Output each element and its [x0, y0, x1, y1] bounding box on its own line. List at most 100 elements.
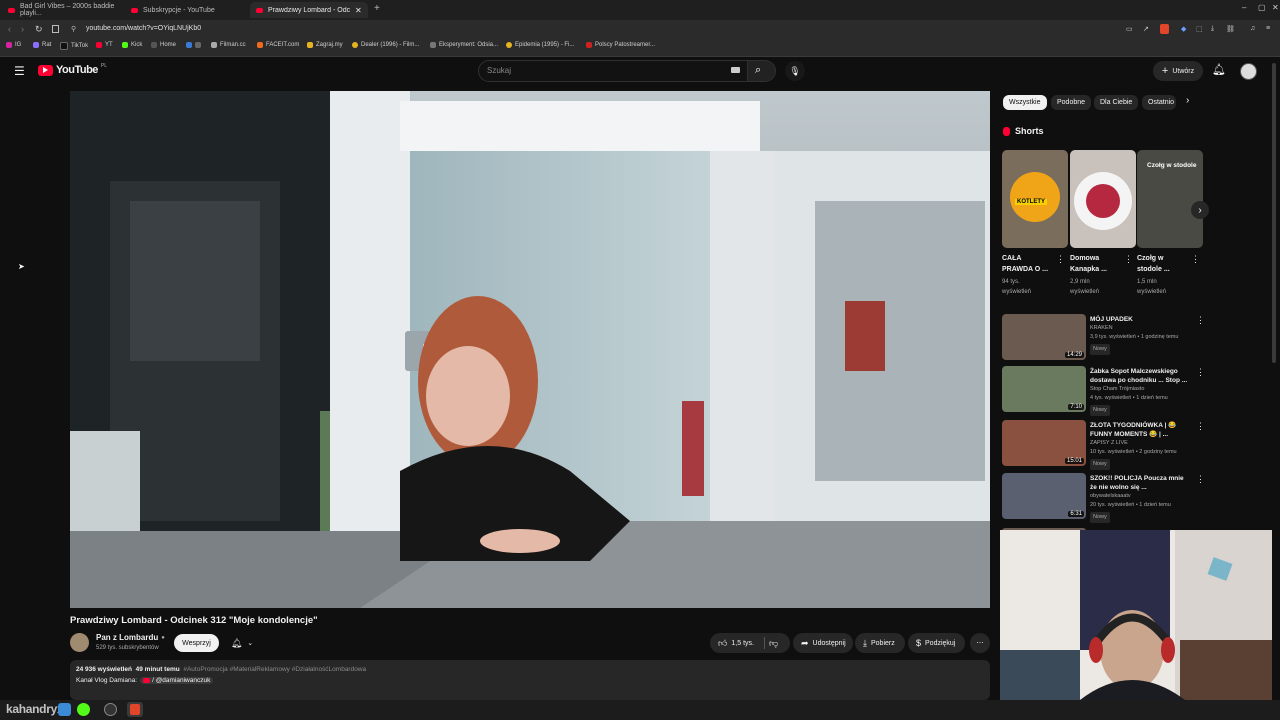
- youtube-icon: [96, 42, 102, 48]
- orange-disc: [1010, 172, 1060, 222]
- chip-recent[interactable]: Ostatnio: [1142, 95, 1176, 110]
- keyboard-icon[interactable]: [731, 67, 740, 73]
- bookmark-item[interactable]: FACEIT.com: [257, 42, 299, 48]
- page-scrollbar[interactable]: [1272, 63, 1276, 363]
- minimize-icon[interactable]: –: [1242, 3, 1246, 12]
- chip-label: Podobne: [1057, 99, 1086, 106]
- browser-tab-1[interactable]: Bad Girl Vibes – 2000s baddie playli...: [2, 2, 122, 18]
- screen-icon[interactable]: ▭: [1126, 25, 1133, 33]
- channel-name-row[interactable]: Pan z Lombardu ●: [96, 633, 165, 642]
- hashtags[interactable]: #AutoPromocja #MaterialReklamowy #Działa…: [183, 666, 366, 673]
- bookmark-item[interactable]: Rat: [33, 42, 51, 48]
- related-video-info[interactable]: Żabka Sopot Malczewskiego dostawa po chod…: [1090, 367, 1195, 416]
- forward-icon[interactable]: ›: [21, 24, 24, 34]
- like-dislike-group: 👍︎ 1,5 tys. 👎︎: [710, 633, 790, 653]
- bookmark-item[interactable]: Filman.cc: [211, 42, 246, 48]
- close-tab-icon[interactable]: ✕: [355, 6, 362, 15]
- chip-label: Ostatnio: [1148, 99, 1175, 106]
- bookmark-item[interactable]: TikTok: [60, 42, 88, 50]
- share-button[interactable]: ➦ Udostępnij: [793, 633, 853, 653]
- short-thumbnail[interactable]: Czołg w stodole: [1137, 150, 1203, 248]
- chevron-down-icon: ⌄: [247, 640, 254, 647]
- close-window-icon[interactable]: ✕: [1272, 3, 1279, 12]
- chip-for-you[interactable]: Dla Ciebie: [1094, 95, 1139, 110]
- bookmark-item[interactable]: Polscy Patostreamer...: [586, 42, 655, 48]
- related-more-icon[interactable]: ⋮: [1196, 421, 1205, 432]
- bookmark-item[interactable]: YT: [96, 42, 113, 48]
- bookmark-item[interactable]: Epidemia (1995) - Fi...: [506, 42, 574, 48]
- support-button[interactable]: Wesprzyj: [174, 634, 219, 652]
- rat-icon: [33, 42, 39, 48]
- bookmark-item[interactable]: IG: [6, 42, 21, 48]
- search-input[interactable]: Szukaj: [478, 60, 748, 82]
- video-thumbnail[interactable]: 15:01: [1002, 420, 1086, 466]
- short-more-icon[interactable]: ⋮: [1056, 254, 1065, 265]
- description-box[interactable]: 24 936 wyświetleń 49 minut temu #AutoPro…: [70, 660, 990, 700]
- related-more-icon[interactable]: ⋮: [1196, 315, 1205, 326]
- bookmark-item[interactable]: Kick: [122, 42, 142, 48]
- download-icon[interactable]: ⤓: [1211, 25, 1214, 33]
- like-icon[interactable]: 👍︎: [718, 638, 727, 649]
- shorts-next-icon[interactable]: ›: [1191, 201, 1209, 219]
- avatar[interactable]: [1240, 63, 1257, 80]
- url-field[interactable]: youtube.com/watch?v=OYiqLNUjKb0: [86, 25, 201, 32]
- related-more-icon[interactable]: ⋮: [1196, 474, 1205, 485]
- short-thumbnail[interactable]: KOTLETY: [1002, 150, 1068, 248]
- youtube-logo[interactable]: YouTube PL: [38, 63, 107, 76]
- back-icon[interactable]: ‹: [8, 24, 11, 34]
- link-icon[interactable]: ⛓: [1226, 25, 1235, 33]
- related-more-icon[interactable]: ⋮: [1196, 367, 1205, 378]
- short-more-icon[interactable]: ⋮: [1191, 254, 1200, 265]
- extensions-icon[interactable]: ⬚: [1196, 25, 1203, 33]
- video-thumbnail[interactable]: 7:10: [1002, 366, 1086, 412]
- bookmark-item[interactable]: Dealer (1996) - Film...: [352, 42, 419, 48]
- chips-next-icon[interactable]: ›: [1186, 95, 1189, 106]
- browser-tab-3-active[interactable]: Prawdziwy Lombard - Odcin... ✕: [250, 2, 368, 18]
- bookmark-page-icon[interactable]: [52, 25, 59, 33]
- app-icon-kick[interactable]: [77, 703, 90, 716]
- browser-tab-2[interactable]: Subskrypcje - YouTube: [125, 2, 247, 18]
- share-page-icon[interactable]: ↗: [1143, 25, 1149, 33]
- subscribe-bell-button[interactable]: 🔔︎ ⌄: [225, 634, 259, 652]
- site-info-icon[interactable]: ⚲: [71, 25, 76, 33]
- mouse-cursor-icon: ➤: [18, 262, 25, 271]
- like-count[interactable]: 1,5 tys.: [731, 640, 754, 647]
- voice-search-button[interactable]: 🎙: [785, 61, 805, 81]
- related-video-info[interactable]: MÓJ UPADEK KRAKEN 3,9 tys. wyświetleń • 1 …: [1090, 315, 1195, 355]
- bookmark-item[interactable]: Eksperyment: Odsia...: [430, 42, 498, 48]
- search-button[interactable]: ⌕: [748, 60, 776, 82]
- chip-related[interactable]: Podobne: [1051, 95, 1092, 110]
- brave-shield-icon[interactable]: [1160, 24, 1169, 34]
- thanks-button[interactable]: $ Podziękuj: [908, 633, 965, 653]
- app-icon-obs[interactable]: [104, 703, 117, 716]
- dislike-icon[interactable]: 👎︎: [769, 638, 778, 649]
- music-icon[interactable]: ♫: [1250, 25, 1255, 32]
- extension-icon[interactable]: ◆: [1181, 25, 1186, 33]
- bookmark-item[interactable]: Zagraj.my: [307, 42, 343, 48]
- menu-icon[interactable]: ≡: [1266, 25, 1270, 32]
- maximize-icon[interactable]: ▢: [1258, 3, 1266, 12]
- more-actions-button[interactable]: ⋯: [970, 633, 990, 653]
- reload-icon[interactable]: ↻: [35, 24, 43, 35]
- short-more-icon[interactable]: ⋮: [1124, 254, 1133, 265]
- chip-all[interactable]: Wszystkie: [1003, 95, 1047, 110]
- related-video-info[interactable]: ZŁOTA TYGODNIÓWKA | 😂 FUNNY MOMENTS 😂 | .…: [1090, 421, 1195, 470]
- notifications-bell-icon[interactable]: 🔔︎: [1212, 63, 1226, 76]
- create-button[interactable]: + Utwórz: [1153, 61, 1203, 81]
- app-icon-steam[interactable]: [58, 703, 71, 716]
- download-button[interactable]: ⤓ Pobierz: [855, 633, 905, 653]
- bookmark-item[interactable]: Home: [151, 42, 176, 48]
- bookmark-item[interactable]: [186, 42, 201, 48]
- short-title[interactable]: CAŁA PRAWDA O ...: [1002, 253, 1058, 275]
- short-title[interactable]: Czołg w stodole ...: [1137, 253, 1193, 275]
- new-tab-icon[interactable]: +: [374, 3, 380, 14]
- video-thumbnail[interactable]: 14:29: [1002, 314, 1086, 360]
- short-thumbnail[interactable]: [1070, 150, 1136, 248]
- channel-link-chip[interactable]: / @damianiwanczuk: [140, 677, 214, 684]
- video-thumbnail[interactable]: 6:31: [1002, 473, 1086, 519]
- hamburger-menu-icon[interactable]: ☰: [14, 64, 25, 78]
- video-player[interactable]: [70, 91, 990, 608]
- short-title[interactable]: Domowa Kanapka ...: [1070, 253, 1126, 275]
- channel-avatar[interactable]: [70, 633, 89, 652]
- related-video-info[interactable]: SZOK!! POLICJA Poucza mnie że nie wolno s…: [1090, 474, 1195, 523]
